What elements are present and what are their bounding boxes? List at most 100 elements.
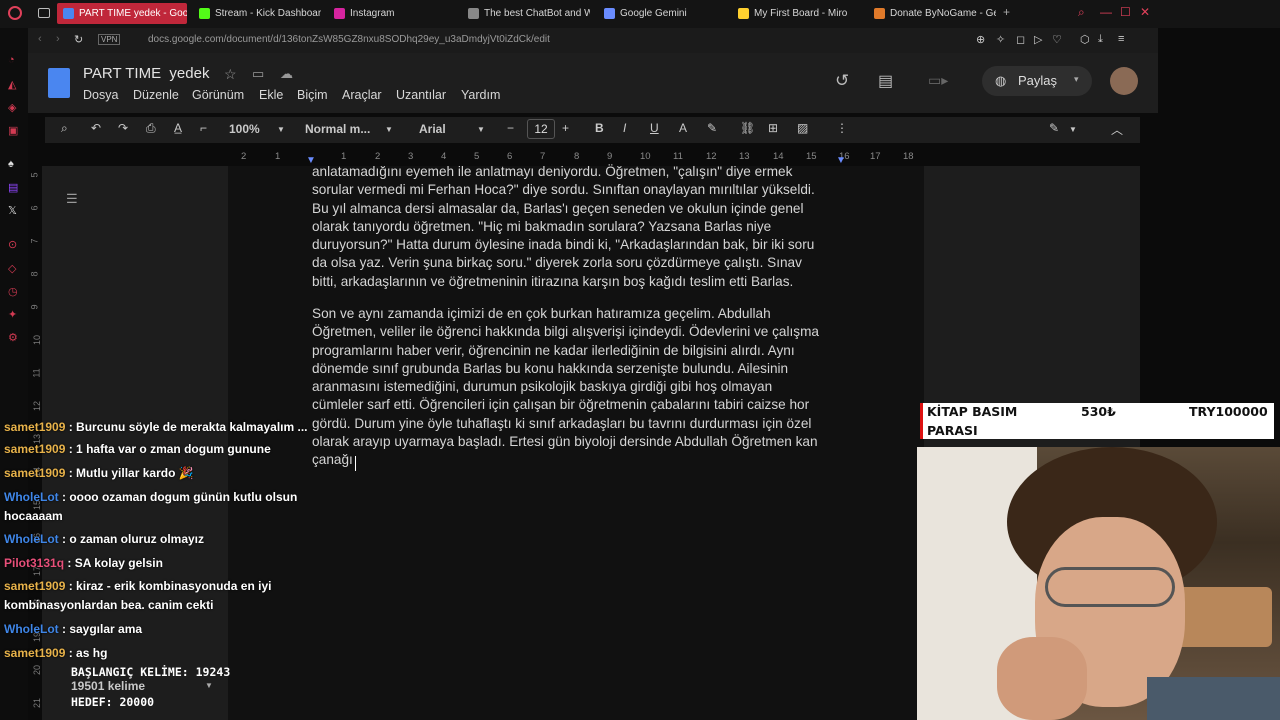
search-tabs-icon[interactable]: ⌕ [1078, 5, 1085, 20]
opera-logo-icon[interactable] [8, 6, 22, 20]
back-icon[interactable]: ‹ [38, 33, 42, 45]
chevron-down-icon[interactable]: ▼ [477, 125, 485, 134]
current-word-count[interactable]: 19501 kelime [71, 679, 145, 693]
chat-username[interactable]: WholeLot [4, 490, 59, 504]
font-select[interactable]: Arial [419, 122, 446, 136]
paint-format-icon[interactable]: ⌐ [200, 121, 207, 135]
new-tab-icon[interactable]: + [1003, 5, 1010, 19]
url-field[interactable]: docs.google.com/document/d/136tonZsW85GZ… [148, 34, 550, 45]
outline-icon[interactable]: ☰ [66, 191, 78, 207]
sidebar-pin-icon[interactable]: ◇ [8, 262, 16, 275]
chevron-down-icon[interactable]: ▼ [277, 125, 285, 134]
browser-tab[interactable]: The best ChatBot and W [462, 3, 590, 24]
comments-icon[interactable]: ▤ [878, 71, 893, 91]
zoom-select[interactable]: 100% [229, 122, 260, 136]
spellcheck-icon[interactable]: A̲ [174, 121, 182, 135]
chat-username[interactable]: samet1909 [4, 646, 65, 660]
print-icon[interactable]: ⎙ [146, 121, 156, 136]
cloud-icon[interactable]: ☁ [280, 66, 293, 82]
menu-item[interactable]: Biçim [297, 88, 328, 102]
bold-icon[interactable]: B [595, 121, 604, 135]
chat-username[interactable]: samet1909 [4, 466, 65, 480]
horizontal-ruler[interactable]: 2 1 1 2 3 4 5 6 7 8 9 10 11 12 13 14 15 16 17 18 [228, 150, 928, 164]
browser-tab[interactable]: Google Gemini [598, 3, 726, 24]
menu-icon[interactable]: ≡ [1118, 33, 1124, 45]
decrease-font-icon[interactable]: − [507, 121, 514, 135]
add-comment-icon[interactable]: ⊞ [768, 121, 778, 135]
sidebar-app-icon[interactable]: ◭ [8, 78, 16, 91]
sidebar-app-icon[interactable]: ◈ [8, 101, 16, 114]
docs-logo-icon[interactable] [48, 68, 70, 98]
undo-icon[interactable]: ↶ [91, 121, 101, 135]
image-icon[interactable]: ▨ [797, 121, 808, 135]
chat-username[interactable]: WholeLot [4, 532, 59, 546]
minimize-icon[interactable]: — [1100, 5, 1112, 19]
chevron-down-icon[interactable]: ▼ [205, 681, 213, 690]
font-size-input[interactable]: 12 [527, 119, 555, 139]
pin-icon[interactable]: ✧ [996, 33, 1005, 46]
chat-username[interactable]: samet1909 [4, 579, 65, 593]
play-icon[interactable]: ▷ [1034, 33, 1042, 46]
italic-icon[interactable]: I [623, 121, 626, 135]
link-icon[interactable]: ⛓ [740, 121, 755, 135]
chat-username[interactable]: Pilot3131q [4, 556, 64, 570]
folder-icon[interactable]: ▭ [252, 66, 264, 82]
underline-icon[interactable]: U [650, 121, 659, 135]
menu-item[interactable]: Yardım [461, 88, 500, 102]
browser-tab[interactable]: Instagram [328, 3, 454, 24]
sidebar-ai-icon[interactable]: ✦ [8, 308, 17, 321]
increase-font-icon[interactable]: + [562, 121, 569, 135]
collapse-toolbar-icon[interactable]: ︿ [1111, 121, 1123, 138]
redo-icon[interactable]: ↷ [118, 121, 128, 135]
menu-item[interactable]: Uzantılar [396, 88, 446, 102]
maximize-icon[interactable]: ☐ [1120, 5, 1131, 19]
ruler-tick-label: 7 [540, 151, 546, 162]
chat-username[interactable]: WholeLot [4, 622, 59, 636]
menu-item[interactable]: Araçlar [342, 88, 382, 102]
search-menus-icon[interactable]: ⌕ [61, 121, 68, 136]
paragraph-2[interactable]: Son ve aynı zamanda içimizi de en çok bu… [312, 305, 852, 470]
forward-icon[interactable]: › [56, 33, 60, 45]
zoom-icon[interactable]: ⊕ [976, 33, 985, 46]
menu-item[interactable]: Ekle [259, 88, 283, 102]
snapshot-icon[interactable]: ◻ [1016, 33, 1025, 46]
chevron-down-icon[interactable]: ▼ [385, 125, 393, 134]
paragraph-1[interactable]: anlatamadığını eyemeh ile anlatmayı deni… [312, 163, 852, 291]
twitch-icon[interactable]: ▤ [8, 181, 18, 194]
reload-icon[interactable]: ↻ [74, 33, 83, 46]
menu-item[interactable]: Dosya [83, 88, 118, 102]
chat-username[interactable]: samet1909 [4, 420, 65, 434]
more-icon[interactable]: ⋮ [836, 121, 848, 135]
doc-title[interactable]: PART TIME yedek [83, 65, 209, 82]
browser-tab[interactable]: My First Board - Miro [732, 3, 860, 24]
sidebar-messenger-icon[interactable]: ◔ [8, 54, 15, 66]
download-icon[interactable]: ⤓ [1098, 33, 1103, 46]
close-icon[interactable]: ✕ [1140, 5, 1150, 19]
menu-item[interactable]: Görünüm [192, 88, 244, 102]
star-icon[interactable]: ☆ [224, 66, 237, 83]
history-icon[interactable]: ◷ [8, 285, 18, 298]
browser-tab[interactable]: PART TIME yedek - Goog [57, 3, 187, 24]
text-color-icon[interactable]: A [679, 121, 687, 135]
browser-tab[interactable]: Donate ByNoGame - Geli [868, 3, 996, 24]
bookmark-icon[interactable]: ♡ [1052, 33, 1062, 46]
avatar[interactable] [1110, 67, 1138, 95]
chat-username[interactable]: samet1909 [4, 442, 65, 456]
browser-tab[interactable]: Stream - Kick Dashboard [193, 3, 321, 24]
vpn-badge[interactable]: VPN [98, 34, 121, 45]
share-button[interactable]: ◍ Paylaş ▾ [982, 66, 1092, 96]
meet-icon[interactable]: ▭▸ [928, 72, 948, 89]
tab-overview-icon[interactable] [38, 8, 50, 18]
highlight-icon[interactable]: ✎ [707, 121, 717, 135]
editing-mode-icon[interactable]: ✎ [1049, 121, 1059, 135]
settings-icon[interactable]: ⚙ [8, 331, 18, 344]
extensions-icon[interactable]: ⬡ [1080, 33, 1090, 46]
style-select[interactable]: Normal m... [305, 122, 370, 136]
sidebar-app-icon[interactable]: ♠ [8, 158, 14, 170]
sidebar-app-icon[interactable]: ▣ [8, 124, 18, 137]
sidebar-player-icon[interactable]: ⊙ [8, 238, 17, 251]
version-history-icon[interactable]: ↺ [835, 71, 849, 91]
menu-item[interactable]: Düzenle [133, 88, 179, 102]
chevron-down-icon[interactable]: ▼ [1069, 125, 1077, 134]
x-icon[interactable]: 𝕏 [8, 204, 17, 217]
